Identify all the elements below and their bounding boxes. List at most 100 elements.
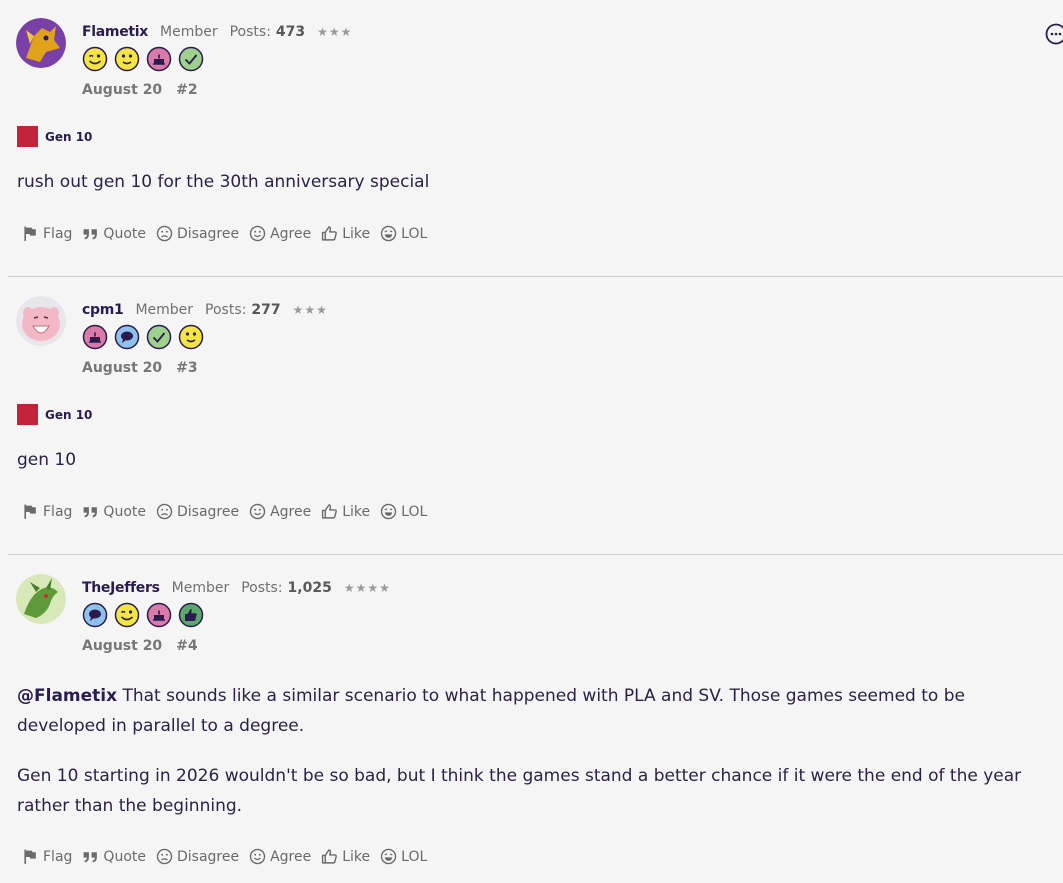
quote-button[interactable]: Quote (82, 503, 146, 520)
post-number[interactable]: #3 (176, 360, 197, 376)
post-paragraph: @Flametix That sounds like a similar sce… (17, 686, 965, 736)
flag-icon (24, 849, 36, 864)
post-divider (8, 276, 1063, 277)
post-tag[interactable]: Gen 10 (17, 126, 92, 147)
posts-label: Posts: (205, 302, 247, 318)
lol-button[interactable]: LOL (380, 225, 427, 242)
quote-icon (84, 852, 98, 863)
quote-icon (84, 507, 98, 518)
username[interactable]: cpm1 (82, 302, 124, 318)
chat-badge-icon[interactable] (114, 324, 140, 350)
posts-label: Posts: (229, 24, 271, 40)
post-paragraph: rush out gen 10 for the 30th anniversary… (17, 172, 430, 192)
lol-button[interactable]: LOL (380, 848, 427, 865)
like-button[interactable]: Like (321, 848, 370, 865)
user-role: Member (171, 580, 230, 596)
author-meta: Flametix Member Posts: 473 ★★★ (82, 22, 352, 42)
flag-button[interactable]: Flag (22, 503, 72, 520)
smile-icon (249, 503, 266, 520)
username[interactable]: TheJeffers (82, 580, 160, 596)
tag-label: Gen 10 (45, 129, 93, 144)
like-button[interactable]: Like (321, 225, 370, 242)
check-badge-icon[interactable] (146, 324, 172, 350)
username[interactable]: Flametix (82, 24, 148, 40)
cake-badge-icon[interactable] (82, 324, 108, 350)
post-date-row: August 20 #4 (82, 638, 198, 654)
post-tag[interactable]: Gen 10 (17, 404, 92, 425)
frown-icon (156, 848, 173, 865)
avatar-cpm1[interactable] (16, 296, 66, 346)
wink-badge-icon[interactable] (82, 46, 108, 72)
smile-icon (249, 225, 266, 242)
badge-list (82, 600, 204, 630)
rank-stars: ★★★★ (343, 581, 391, 595)
badge-list (82, 44, 204, 74)
more-options-icon[interactable] (1045, 23, 1063, 45)
posts-count: 473 (275, 24, 306, 40)
post-body: rush out gen 10 for the 30th anniversary… (17, 167, 1057, 217)
chat-badge-icon[interactable] (82, 602, 108, 628)
laugh-icon (380, 848, 397, 865)
post-date-row: August 20 #2 (82, 82, 198, 98)
quote-button[interactable]: Quote (82, 848, 146, 865)
laugh-icon (380, 225, 397, 242)
agree-button[interactable]: Agree (249, 848, 311, 865)
user-mention[interactable]: @Flametix (17, 686, 117, 706)
agree-button[interactable]: Agree (249, 503, 311, 520)
disagree-button[interactable]: Disagree (156, 848, 239, 865)
frown-icon (156, 225, 173, 242)
thumbs-up-icon (322, 226, 338, 241)
post-divider (8, 554, 1063, 555)
author-meta: TheJeffers Member Posts: 1,025 ★★★★ (82, 578, 391, 598)
avatar-thejeffers[interactable] (16, 574, 66, 624)
post-number[interactable]: #4 (176, 638, 197, 654)
wink-badge-icon[interactable] (114, 602, 140, 628)
post-actions: Flag Quote Disagree Agree Like LOL (22, 503, 437, 520)
post-body: gen 10 (17, 445, 1057, 495)
post-actions: Flag Quote Disagree Agree Like LOL (22, 848, 437, 865)
disagree-button[interactable]: Disagree (156, 225, 239, 242)
post-paragraph: gen 10 (17, 450, 77, 470)
post-date[interactable]: August 20 (82, 360, 162, 376)
thumbs-up-badge-icon[interactable] (178, 602, 204, 628)
smile-icon (249, 848, 266, 865)
flag-icon (24, 504, 36, 519)
rank-stars: ★★★ (292, 303, 328, 317)
cake-badge-icon[interactable] (146, 602, 172, 628)
tag-color-square (17, 404, 38, 425)
user-role: Member (135, 302, 194, 318)
posts-count: 277 (251, 302, 281, 318)
post-body: @Flametix That sounds like a similar sce… (17, 681, 1057, 841)
thumbs-up-icon (322, 504, 338, 519)
quote-button[interactable]: Quote (82, 225, 146, 242)
like-button[interactable]: Like (321, 503, 370, 520)
disagree-button[interactable]: Disagree (156, 503, 239, 520)
flag-icon (24, 226, 36, 241)
smile-badge-icon[interactable] (178, 324, 204, 350)
rank-stars: ★★★ (317, 25, 353, 39)
quote-icon (84, 229, 98, 240)
flag-button[interactable]: Flag (22, 848, 72, 865)
post-date-row: August 20 #3 (82, 360, 198, 376)
smile-badge-icon[interactable] (114, 46, 140, 72)
tag-label: Gen 10 (45, 407, 93, 422)
cake-badge-icon[interactable] (146, 46, 172, 72)
post-paragraph: Gen 10 starting in 2026 wouldn't be so b… (17, 766, 1022, 816)
avatar-flametix[interactable] (16, 18, 66, 68)
check-badge-icon[interactable] (178, 46, 204, 72)
post-number[interactable]: #2 (176, 82, 197, 98)
flag-button[interactable]: Flag (22, 225, 72, 242)
user-role: Member (160, 24, 218, 40)
agree-button[interactable]: Agree (249, 225, 311, 242)
frown-icon (156, 503, 173, 520)
badge-list (82, 322, 204, 352)
lol-button[interactable]: LOL (380, 503, 427, 520)
thumbs-up-icon (322, 849, 338, 864)
tag-color-square (17, 126, 38, 147)
post-date[interactable]: August 20 (82, 82, 162, 98)
posts-label: Posts: (241, 580, 283, 596)
posts-count: 1,025 (287, 580, 332, 596)
post-date[interactable]: August 20 (82, 638, 162, 654)
post-actions: Flag Quote Disagree Agree Like LOL (22, 225, 437, 242)
author-meta: cpm1 Member Posts: 277 ★★★ (82, 300, 328, 320)
